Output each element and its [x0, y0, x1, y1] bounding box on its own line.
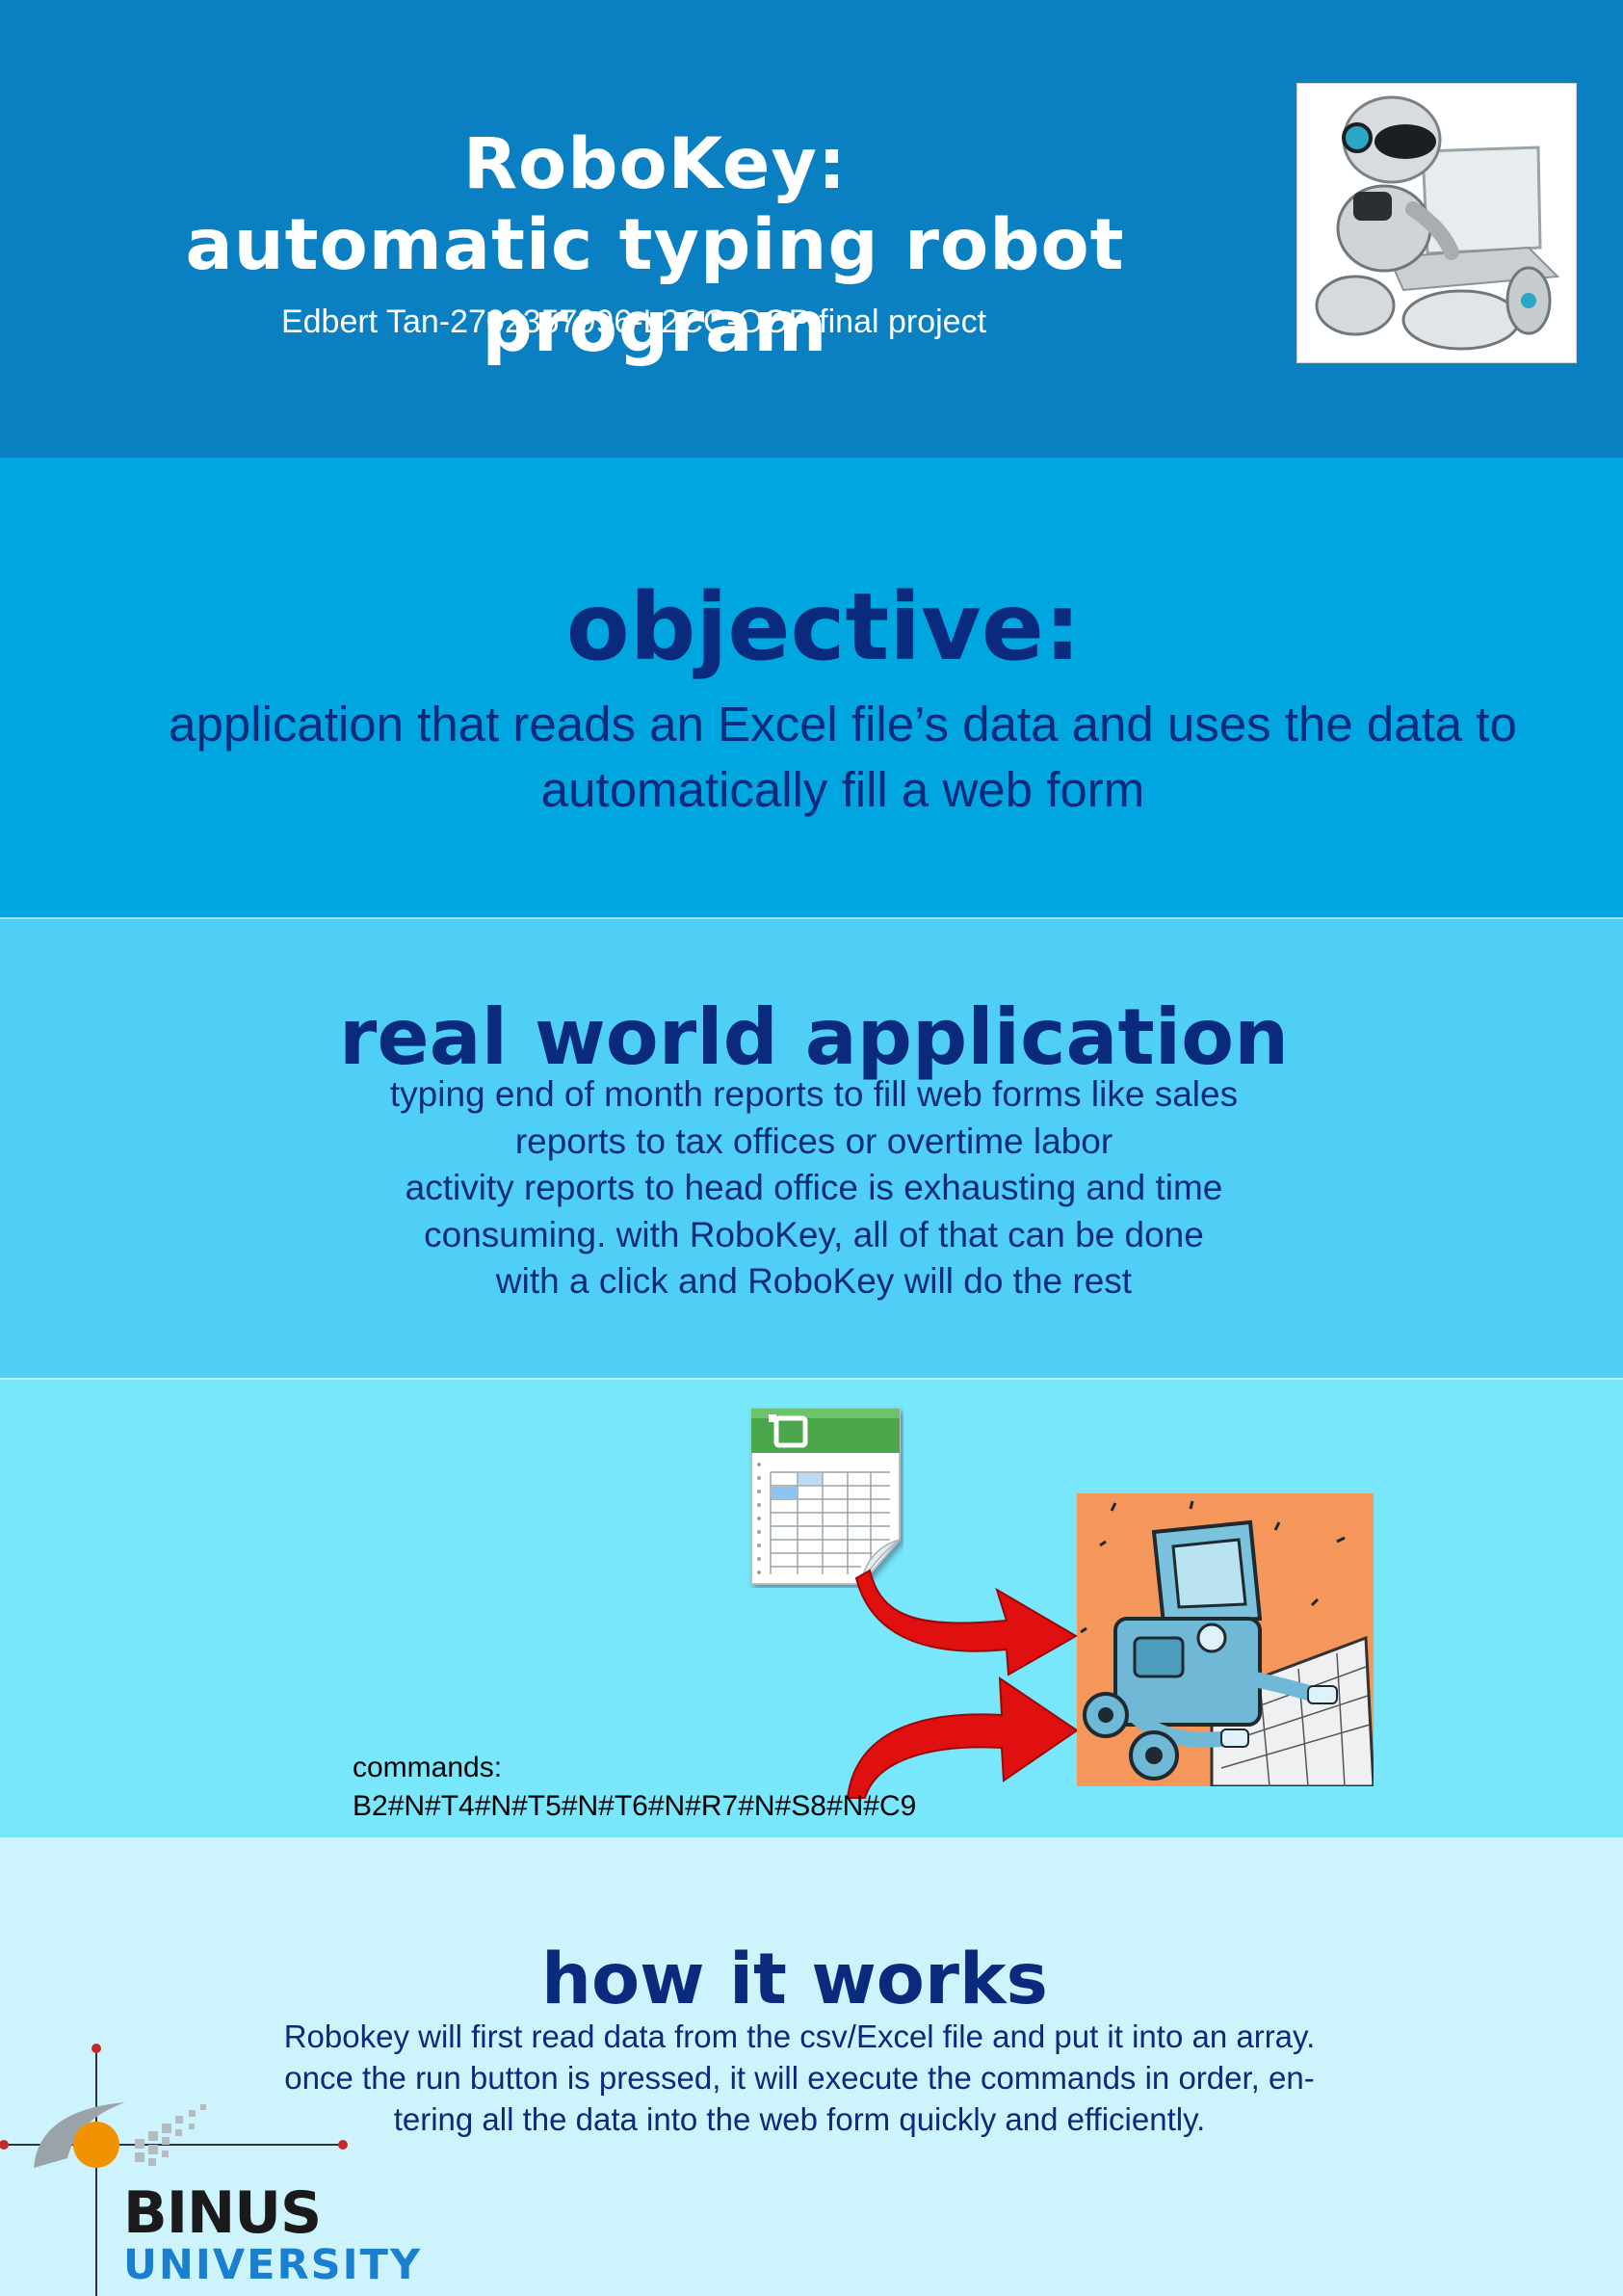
real-world-line: with a click and RoboKey will do the res…	[495, 1261, 1133, 1301]
how-it-works-line: tering all the data into the web form qu…	[393, 2101, 1206, 2137]
real-world-line: typing end of month reports to fill web …	[389, 1074, 1239, 1114]
author-subtitle: Edbert Tan-2702357996-L2CC-OOP final pro…	[280, 303, 987, 340]
typing-robot-image	[1077, 1493, 1375, 1788]
page-title-line2: automatic typing robot program	[185, 204, 1125, 368]
objective-heading: objective:	[565, 573, 1082, 681]
how-it-works-text: Robokey will first read data from the cs…	[241, 2016, 1358, 2140]
commands-label: commands:	[353, 1752, 503, 1783]
objective-section	[0, 458, 1623, 917]
arrow-to-robot-icon	[852, 1561, 1084, 1676]
real-world-line: consuming. with RoboKey, all of that can…	[424, 1214, 1204, 1254]
page-title-line1: RoboKey:	[462, 123, 848, 205]
how-it-works-line: Robokey will first read data from the cs…	[283, 2019, 1316, 2054]
robot-laptop-image	[1296, 83, 1577, 363]
objective-text: application that reads an Excel file’s d…	[169, 697, 1517, 817]
binus-logo-subtitle: UNIVERSITY	[123, 2241, 423, 2289]
real-world-line: activity reports to head office is exhau…	[405, 1168, 1223, 1207]
commands-value: B2#N#T4#N#T5#N#T6#N#R7#N#S8#N#C9	[353, 1790, 917, 1822]
real-world-text: typing end of month reports to fill web …	[318, 1071, 1310, 1306]
how-it-works-heading: how it works	[541, 1939, 1048, 2020]
real-world-line: reports to tax offices or overtime labor	[514, 1121, 1113, 1161]
title-section: RoboKey: automatic typing robot program …	[0, 0, 1623, 458]
real-world-heading: real world application	[338, 992, 1290, 1082]
binus-logo-name: BINUS	[123, 2179, 322, 2247]
arrow-commands-to-robot-icon	[838, 1667, 1079, 1802]
how-it-works-line: once the run button is pressed, it will …	[284, 2060, 1315, 2096]
